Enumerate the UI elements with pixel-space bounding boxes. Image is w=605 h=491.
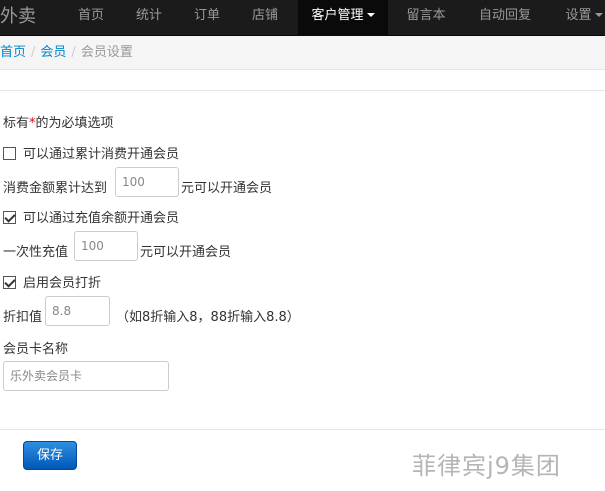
discount-value-prefix: 折扣值 [3,310,43,325]
recharge-amount-input[interactable]: 100 [74,231,138,261]
cumulative-option-label: 可以通过累计消费开通会员 [23,147,180,162]
top-navbar: 乐外卖 首页 统计 订单 店铺 客户管理 留言本 自动回复 设置 [0,0,605,36]
recharge-checkbox[interactable] [3,211,16,224]
brand-logo[interactable]: 乐外卖 [0,0,36,36]
breadcrumb-members-link[interactable]: 会员 [40,45,66,60]
cumulative-option[interactable]: 可以通过累计消费开通会员 [3,143,179,162]
breadcrumb: 首页 / 会员 / 会员设置 [0,36,605,70]
cumulative-amount-suffix: 元可以开通会员 [181,181,273,196]
nav-item-settings[interactable]: 设置 [554,0,605,36]
nav-item-auto-reply[interactable]: 自动回复 [468,0,542,36]
chevron-down-icon [366,12,375,17]
recharge-amount-suffix: 元可以开通会员 [140,245,232,260]
nav-item-shop[interactable]: 店铺 [240,0,290,36]
nav-item-settings-label: 设置 [565,8,592,23]
recharge-option-label: 可以通过充值余额开通会员 [23,211,180,226]
discount-checkbox[interactable] [3,276,16,289]
nav-item-guestbook[interactable]: 留言本 [396,0,456,36]
discount-option[interactable]: 启用会员打折 [3,272,101,291]
discount-option-label: 启用会员打折 [23,276,102,291]
card-name-input[interactable]: 乐外卖会员卡 [3,361,169,391]
save-button[interactable]: 保存 [23,441,77,470]
card-name-label: 会员卡名称 [3,342,69,357]
nav-item-customers[interactable]: 客户管理 [298,0,388,36]
discount-value-hint: （如8折输入8，88折输入8.8） [116,310,300,325]
nav-item-orders[interactable]: 订单 [182,0,232,36]
nav-item-stats[interactable]: 统计 [124,0,174,36]
recharge-amount-prefix: 一次性充值 [3,245,69,260]
required-note-prefix: 标有 [3,116,30,131]
breadcrumb-separator: / [31,45,36,60]
chevron-down-icon [594,12,603,17]
nav-item-customers-label: 客户管理 [311,8,364,23]
breadcrumb-current: 会员设置 [80,45,133,60]
cumulative-amount-prefix: 消费金额累计达到 [3,181,108,196]
required-note-suffix: 的为必填选项 [35,116,114,131]
breadcrumb-home-link[interactable]: 首页 [0,45,26,60]
recharge-option[interactable]: 可以通过充值余额开通会员 [3,207,179,226]
breadcrumb-separator: / [71,45,76,60]
discount-value-input[interactable]: 8.8 [45,296,110,326]
cumulative-amount-input[interactable]: 100 [115,167,179,197]
nav-item-home[interactable]: 首页 [66,0,116,36]
watermark: 菲律宾j9集团 [412,452,561,480]
cumulative-checkbox[interactable] [3,147,16,160]
required-note: 标有*的为必填选项 [3,112,114,131]
